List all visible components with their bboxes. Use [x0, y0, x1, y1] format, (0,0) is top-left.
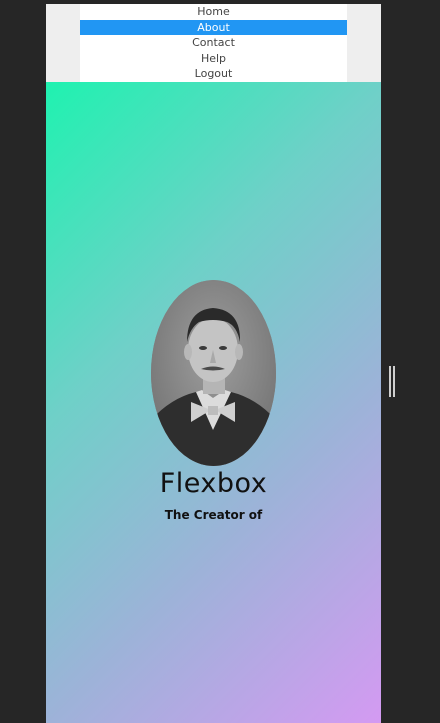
portrait-photo-icon [151, 280, 276, 466]
resize-handle[interactable] [389, 366, 396, 397]
phone-frame: Home About Contact Help Logout Flexbox T… [46, 4, 381, 723]
hero-subtitle: The Creator of [164, 508, 263, 522]
nav-item-help[interactable]: Help [80, 51, 347, 67]
hero-section: Flexbox The Creator of [46, 82, 381, 723]
hero-title: Flexbox [159, 468, 268, 499]
resize-handle-bar [389, 366, 391, 397]
nav-menu: Home About Contact Help Logout [80, 4, 347, 82]
resize-handle-bar [393, 366, 395, 397]
portrait-image [151, 280, 276, 466]
nav-item-contact[interactable]: Contact [80, 35, 347, 51]
nav-item-home[interactable]: Home [80, 4, 347, 20]
nav-item-about[interactable]: About [80, 19, 347, 36]
navigation-bar: Home About Contact Help Logout [46, 4, 381, 82]
nav-item-logout[interactable]: Logout [80, 66, 347, 82]
